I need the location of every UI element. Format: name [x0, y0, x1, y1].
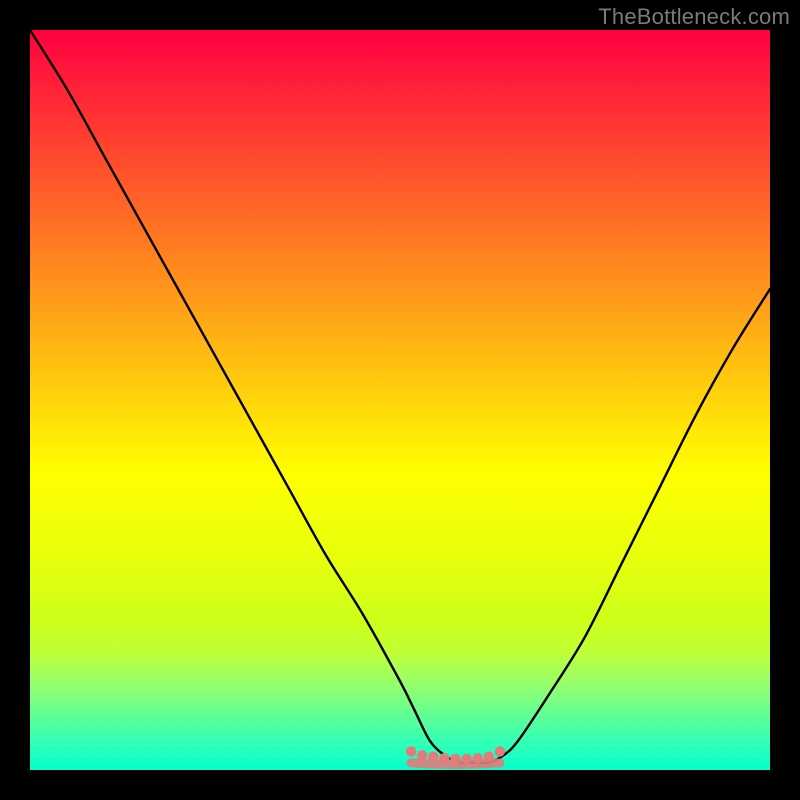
bottleneck-curve [30, 30, 770, 763]
marker-dot [473, 753, 483, 763]
flat-region-dots [406, 746, 505, 764]
plot-area [30, 30, 770, 770]
marker-dot [417, 750, 427, 760]
marker-dot [484, 751, 494, 761]
marker-dot [406, 746, 416, 756]
marker-dot [495, 746, 505, 756]
marker-dot [439, 753, 449, 763]
curve-svg [30, 30, 770, 770]
watermark-text: TheBottleneck.com [598, 4, 790, 30]
marker-dot [428, 751, 438, 761]
chart-frame: { "watermark": "TheBottleneck.com", "col… [0, 0, 800, 800]
marker-dot [461, 754, 471, 764]
marker-dot [450, 754, 460, 764]
